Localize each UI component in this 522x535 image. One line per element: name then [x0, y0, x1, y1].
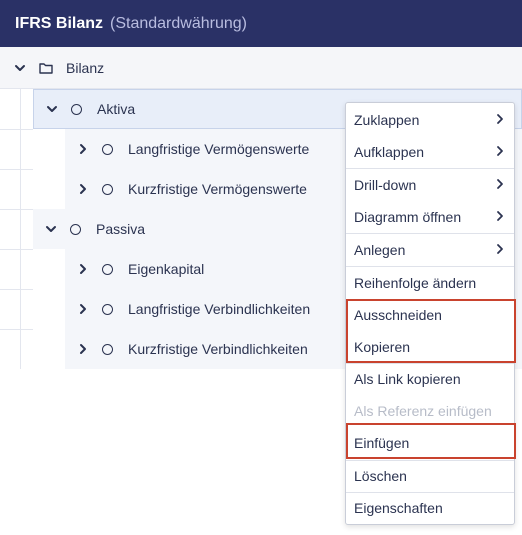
folder-icon	[39, 61, 53, 77]
page-title: IFRS Bilanz	[15, 14, 104, 32]
row-divider	[0, 289, 33, 290]
tree-node-label: Kurzfristige Verbindlichkeiten	[128, 341, 308, 357]
chevron-right-icon[interactable]	[74, 140, 92, 158]
tree-node-label: Kurzfristige Vermögenswerte	[128, 181, 307, 197]
node-circle-icon	[102, 303, 113, 315]
menu-item-label: Diagramm öffnen	[354, 209, 462, 225]
menu-item-zuklappen[interactable]: Zuklappen	[346, 104, 514, 136]
menu-item-loeschen[interactable]: Löschen	[346, 460, 514, 492]
chevron-right-icon	[496, 144, 504, 160]
tree-node-label: Aktiva	[97, 101, 136, 117]
tree-node-label: Langfristige Verbindlichkeiten	[128, 301, 311, 317]
row-divider	[0, 329, 33, 330]
tree-root-label: Bilanz	[66, 60, 105, 76]
menu-item-label: Als Referenz einfügen	[354, 403, 492, 419]
menu-item-drill-down[interactable]: Drill-down	[346, 169, 514, 201]
menu-item-label: Als Link kopieren	[354, 371, 461, 387]
highlight-box-paste	[346, 423, 516, 459]
node-circle-icon	[102, 143, 113, 155]
chevron-down-icon[interactable]	[11, 59, 29, 77]
menu-item-als-link-kopieren[interactable]: Als Link kopieren	[346, 363, 514, 395]
chevron-right-icon	[496, 177, 504, 193]
chevron-right-icon	[496, 209, 504, 225]
menu-item-label: Eigenschaften	[354, 500, 443, 516]
chevron-right-icon[interactable]	[74, 340, 92, 358]
menu-item-label: Zuklappen	[354, 112, 420, 128]
chevron-right-icon	[496, 112, 504, 128]
menu-item-anlegen[interactable]: Anlegen	[346, 234, 514, 266]
row-divider	[0, 129, 33, 130]
node-circle-icon	[102, 343, 113, 355]
menu-item-label: Reihenfolge ändern	[354, 275, 477, 291]
tree-node-label: Passiva	[96, 221, 146, 237]
menu-item-label: Drill-down	[354, 177, 417, 193]
node-circle-icon	[102, 183, 113, 195]
chevron-right-icon[interactable]	[74, 260, 92, 278]
tree-node-label: Langfristige Vermögenswerte	[128, 141, 310, 157]
menu-item-label: Aufklappen	[354, 144, 425, 160]
menu-item-eigenschaften[interactable]: Eigenschaften	[346, 492, 514, 524]
chevron-right-icon[interactable]	[74, 180, 92, 198]
tree-node-label: Eigenkapital	[128, 261, 205, 277]
menu-item-label: Löschen	[354, 468, 407, 484]
page-subtitle: (Standardwährung)	[110, 14, 247, 32]
chevron-down-icon[interactable]	[42, 220, 60, 238]
node-circle-icon	[71, 103, 82, 115]
tree-guide-line	[20, 89, 21, 369]
chevron-right-icon[interactable]	[74, 300, 92, 318]
node-circle-icon	[70, 223, 81, 235]
highlight-box-cut-copy	[346, 299, 516, 363]
tree-root-row[interactable]: Bilanz	[0, 47, 522, 89]
menu-item-aufklappen[interactable]: Aufklappen	[346, 136, 514, 168]
menu-item-diagramm-oeffnen[interactable]: Diagramm öffnen	[346, 201, 514, 233]
window-header: IFRS Bilanz (Standardwährung)	[0, 0, 522, 47]
row-divider	[0, 169, 33, 170]
row-divider	[0, 249, 33, 250]
menu-item-label: Anlegen	[354, 242, 406, 258]
node-circle-icon	[102, 263, 113, 275]
chevron-right-icon	[496, 242, 504, 258]
row-divider	[0, 209, 33, 210]
menu-item-reihenfolge-aendern[interactable]: Reihenfolge ändern	[346, 267, 514, 299]
chevron-down-icon[interactable]	[43, 100, 61, 118]
